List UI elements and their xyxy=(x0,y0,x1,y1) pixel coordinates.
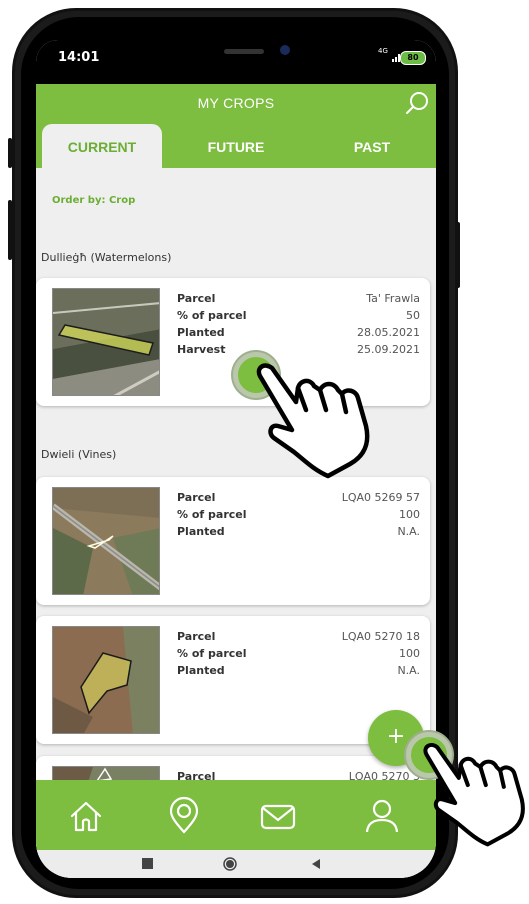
crop-card-values: LQA0 5270 18 100 N.A. xyxy=(342,628,420,679)
label-percent: % of parcel xyxy=(177,309,247,322)
label-parcel: Parcel xyxy=(177,292,216,305)
crop-card-labels: Parcel % of parcel Planted xyxy=(177,489,247,540)
volume-up-button xyxy=(8,138,12,168)
app-bar: MY CROPS xyxy=(36,84,436,124)
back-icon[interactable] xyxy=(308,856,324,872)
label-parcel: Parcel xyxy=(177,630,216,643)
label-planted: Planted xyxy=(177,525,225,538)
home-circle-icon[interactable] xyxy=(222,856,238,872)
crop-tabs: CURRENT FUTURE PAST xyxy=(36,124,436,168)
mail-icon[interactable] xyxy=(258,796,298,836)
bottom-navigation xyxy=(36,780,436,850)
value-planted: N.A. xyxy=(397,664,420,677)
status-time: 14:01 xyxy=(58,50,100,65)
value-planted: 28.05.2021 xyxy=(357,326,420,339)
tab-current[interactable]: CURRENT xyxy=(42,124,162,168)
value-percent: 50 xyxy=(406,309,420,322)
front-camera xyxy=(280,45,290,55)
label-harvest: Harvest xyxy=(177,343,226,356)
search-icon[interactable] xyxy=(404,90,430,116)
value-percent: 100 xyxy=(399,508,420,521)
label-planted: Planted xyxy=(177,664,225,677)
crop-card-values: Ta' Frawla 50 28.05.2021 25.09.2021 xyxy=(357,290,420,358)
battery-icon: 80 xyxy=(400,51,426,65)
value-percent: 100 xyxy=(399,647,420,660)
section-title: Dullieġħ (Watermelons) xyxy=(41,251,172,264)
value-parcel: LQA0 5269 57 xyxy=(341,491,420,504)
parcel-map-thumbnail xyxy=(52,487,160,595)
section-title: Dwieli (Vines) xyxy=(41,448,117,461)
system-navigation-bar xyxy=(36,850,436,878)
page-title: MY CROPS xyxy=(197,95,275,111)
value-parcel: LQA0 5270 18 xyxy=(341,630,420,643)
status-bar: 14:01 4G 80 xyxy=(36,40,436,84)
value-parcel: Ta' Frawla xyxy=(366,292,420,305)
parcel-map-thumbnail xyxy=(52,626,160,734)
power-button xyxy=(456,222,460,288)
recents-icon[interactable] xyxy=(140,856,156,872)
earpiece-speaker xyxy=(224,49,264,54)
notch xyxy=(198,42,286,68)
crop-card-labels: Parcel % of parcel Planted xyxy=(177,628,247,679)
network-type: 4G xyxy=(378,47,388,55)
home-icon[interactable] xyxy=(66,796,106,836)
label-planted: Planted xyxy=(177,326,225,339)
pointing-hand-icon xyxy=(256,363,370,479)
crop-card-labels: Parcel % of parcel Planted Harvest xyxy=(177,290,247,358)
tab-future[interactable]: FUTURE xyxy=(176,124,296,168)
parcel-map-thumbnail xyxy=(52,288,160,396)
value-planted: N.A. xyxy=(397,525,420,538)
volume-down-button xyxy=(8,200,12,260)
label-percent: % of parcel xyxy=(177,508,247,521)
crop-card[interactable]: Parcel % of parcel Planted LQA0 5269 57 … xyxy=(36,477,430,605)
label-percent: % of parcel xyxy=(177,647,247,660)
label-parcel: Parcel xyxy=(177,491,216,504)
tab-past[interactable]: PAST xyxy=(312,124,432,168)
order-by-control[interactable]: Order by: Crop xyxy=(52,195,135,206)
profile-icon[interactable] xyxy=(362,796,402,836)
pointing-hand-icon xyxy=(423,743,525,847)
value-harvest: 25.09.2021 xyxy=(357,343,420,356)
app-screen: 14:01 4G 80 MY CROPS CURRENT FUTURE PAST… xyxy=(36,40,436,878)
location-pin-icon[interactable] xyxy=(164,796,204,836)
crop-card-values: LQA0 5269 57 100 N.A. xyxy=(342,489,420,540)
